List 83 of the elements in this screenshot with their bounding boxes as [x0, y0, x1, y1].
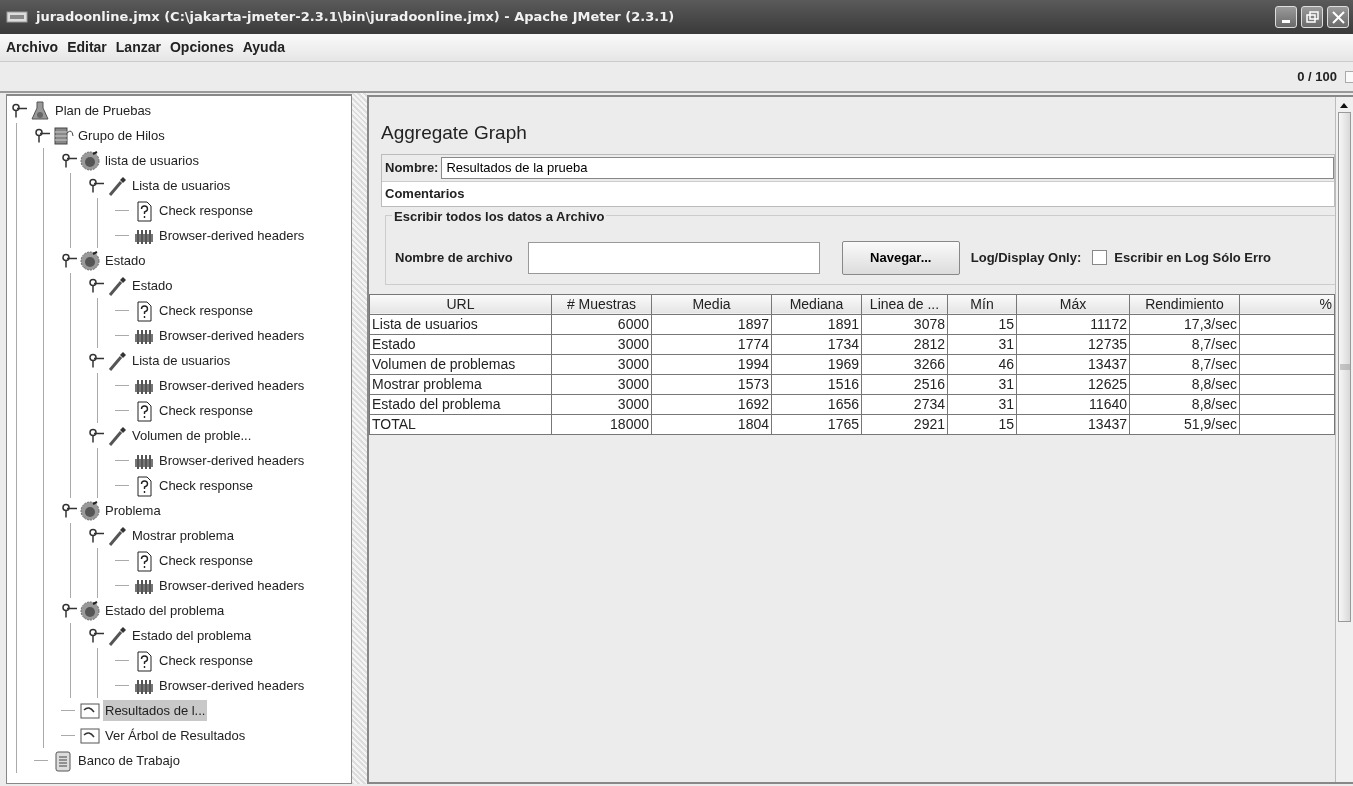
tree-item[interactable]: Check response	[157, 399, 255, 422]
tree-item[interactable]: Banco de Trabajo	[76, 749, 182, 772]
table-cell: TOTAL	[369, 414, 552, 434]
tree-item[interactable]: Mostrar problema	[130, 524, 236, 547]
field-label: Nombre de archivo	[394, 248, 514, 267]
tree-item[interactable]: Estado del problema	[103, 599, 227, 622]
tree-item[interactable]: Ver Árbol de Resultados	[103, 724, 248, 747]
menu-item[interactable]: Archivo	[4, 37, 66, 58]
field-label: Log/Display Only:	[969, 248, 1083, 267]
scroll-up-icon	[1340, 103, 1348, 108]
tree-item[interactable]: Plan de Pruebas	[53, 99, 154, 122]
tree-item[interactable]: Problema	[103, 499, 163, 522]
tree-item[interactable]: Check response	[157, 299, 255, 322]
tree-item[interactable]: Lista de usuarios	[130, 174, 233, 197]
name-field[interactable]: Resultados de la prueba	[441, 156, 1334, 179]
gear-icon	[79, 599, 101, 622]
tree-item[interactable]: Browser-derived headers	[157, 674, 307, 697]
tree-item[interactable]: Check response	[157, 649, 255, 672]
window-title: juradoonline.jmx (C:\jakarta-jmeter-2.3.1\bin\juradoonline.jmx) - Apache JMeter (2.3.1)	[36, 8, 676, 27]
app-icon	[6, 10, 28, 24]
gear-icon	[79, 149, 101, 172]
tree-item[interactable]: Lista de usuarios	[130, 349, 233, 372]
pipette-icon	[106, 349, 128, 372]
pipette-icon	[106, 174, 128, 197]
pipette-icon	[106, 624, 128, 647]
tree-item[interactable]: Browser-derived headers	[157, 224, 307, 247]
close-button[interactable]	[1327, 6, 1349, 28]
restore-button[interactable]	[1301, 6, 1323, 28]
tree-item[interactable]: Resultados de l...	[103, 699, 208, 722]
field-label: Nombre:	[384, 158, 440, 177]
tree-item[interactable]: Estado del problema	[130, 624, 254, 647]
column-header[interactable]: # Muestras	[551, 294, 652, 314]
pipette-icon	[106, 524, 128, 547]
menu-item[interactable]: Ayuda	[240, 37, 292, 58]
gear-icon	[79, 499, 101, 522]
scrollbar[interactable]	[1335, 97, 1353, 782]
table-cell: Estado	[369, 334, 552, 354]
file-name-field[interactable]	[527, 241, 820, 274]
menu-item[interactable]: Editar	[65, 37, 114, 58]
column-header[interactable]: Mediana	[771, 294, 862, 314]
tree-item[interactable]: Browser-derived headers	[157, 574, 307, 597]
column-header[interactable]: URL	[369, 294, 552, 314]
browse-button[interactable]: Navegar...	[841, 240, 960, 275]
minimize-button[interactable]	[1275, 6, 1297, 28]
table-cell: Estado del problema	[369, 394, 552, 414]
column-header[interactable]: Mín	[947, 294, 1017, 314]
gear-icon	[79, 249, 101, 272]
table-cell: Volumen de problemas	[369, 354, 552, 374]
tree-item[interactable]: Estado	[103, 249, 148, 272]
checkbox-label[interactable]: Escribir en Log Sólo Erro	[1111, 247, 1275, 268]
column-header[interactable]: Máx	[1016, 294, 1130, 314]
restore-icon	[1305, 10, 1319, 24]
table-cell: Mostrar problema	[369, 374, 552, 394]
tree-item[interactable]: Browser-derived headers	[157, 374, 307, 397]
minimize-icon	[1282, 20, 1290, 23]
column-header[interactable]: Media	[651, 294, 772, 314]
tree-item[interactable]: Check response	[157, 474, 255, 497]
column-header[interactable]: Linea de ...	[861, 294, 948, 314]
status-indicator	[1345, 70, 1353, 83]
scroll-thumb[interactable]	[1338, 112, 1351, 622]
spool-icon	[52, 124, 74, 147]
tree-item[interactable]: Estado	[130, 274, 175, 297]
clipboard-icon	[52, 749, 74, 772]
tree-item[interactable]: Volumen de proble...	[130, 424, 254, 447]
tree-item[interactable]: Browser-derived headers	[157, 324, 307, 347]
pipette-icon	[106, 424, 128, 447]
tree-item[interactable]: Check response	[157, 549, 255, 572]
column-header[interactable]: %	[1239, 294, 1335, 314]
tree-item[interactable]: Grupo de Hilos	[76, 124, 167, 147]
table-cell: Lista de usuarios	[369, 314, 552, 334]
flask-icon	[29, 99, 51, 122]
panel-title: Aggregate Graph	[381, 121, 528, 145]
column-header[interactable]: Rendimiento	[1129, 294, 1240, 314]
menu-item[interactable]: Opciones	[167, 37, 241, 58]
tree-item[interactable]: Browser-derived headers	[157, 449, 307, 472]
menu-item[interactable]: Lanzar	[113, 37, 168, 58]
close-icon	[1331, 10, 1345, 24]
checkbox[interactable]	[1092, 250, 1108, 265]
field-label: Comentarios	[384, 184, 466, 203]
pipette-icon	[106, 274, 128, 297]
tree-item[interactable]: lista de usuarios	[103, 149, 201, 172]
progress-counter: 0 / 100	[1297, 67, 1337, 86]
tree-item[interactable]: Check response	[157, 199, 255, 222]
